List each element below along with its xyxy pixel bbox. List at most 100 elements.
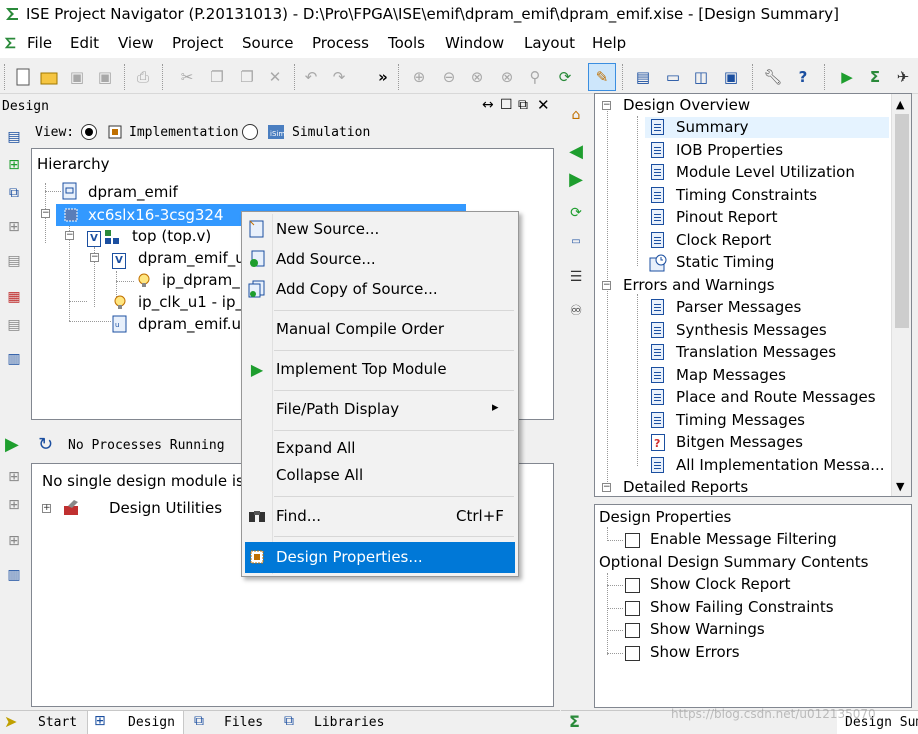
- search-icon[interactable]: ⚲: [524, 66, 546, 88]
- maximize-window-icon[interactable]: ▣: [720, 66, 742, 88]
- show-warnings-label[interactable]: Show Warnings: [650, 620, 765, 638]
- show-clock-report-checkbox[interactable]: [625, 578, 640, 593]
- menu-file[interactable]: File: [27, 34, 52, 52]
- edit-constraints-icon[interactable]: ▦: [3, 286, 25, 308]
- zoom-in-icon[interactable]: ⊕: [408, 66, 430, 88]
- ew-item-timing[interactable]: Timing Messages: [676, 411, 805, 429]
- delete-icon[interactable]: ✕: [264, 66, 286, 88]
- summary-scrollbar[interactable]: ▲ ▼: [891, 94, 911, 496]
- show-failing-constraints-checkbox[interactable]: [625, 601, 640, 616]
- simulation-radio[interactable]: [242, 124, 258, 140]
- expand-design-utilities-icon[interactable]: +: [42, 504, 51, 513]
- cut-icon[interactable]: ✂: [176, 66, 198, 88]
- tab-libraries[interactable]: ⧉ Libraries: [282, 711, 392, 734]
- toolbar-overflow-button[interactable]: »: [372, 66, 394, 88]
- layout-icon[interactable]: ▥: [3, 348, 25, 370]
- tree-item-ip-dpram[interactable]: ip_dpram_: [162, 271, 240, 289]
- menu-implement-top[interactable]: Implement Top Module: [276, 360, 447, 378]
- view-source-icon[interactable]: ▤: [3, 314, 25, 336]
- run-process-icon[interactable]: ▶: [5, 434, 19, 455]
- menu-tools[interactable]: Tools: [388, 34, 425, 52]
- ew-item-bitgen[interactable]: Bitgen Messages: [676, 433, 803, 451]
- hierarchy-tool-icon[interactable]: ✎: [588, 63, 616, 91]
- menu-project[interactable]: Project: [172, 34, 223, 52]
- collapse-detailed-icon[interactable]: −: [602, 483, 611, 492]
- menu-find[interactable]: Find...: [276, 507, 321, 525]
- overview-item-summary[interactable]: Summary: [676, 118, 749, 136]
- enable-filtering-label[interactable]: Enable Message Filtering: [650, 530, 837, 548]
- overview-item-static-timing[interactable]: Static Timing: [676, 253, 774, 271]
- print-icon[interactable]: ⎙: [132, 66, 154, 88]
- menu-process[interactable]: Process: [312, 34, 369, 52]
- list-icon[interactable]: ☰: [565, 266, 587, 288]
- run-icon[interactable]: ▶: [836, 66, 858, 88]
- save-icon[interactable]: ▣: [66, 66, 88, 88]
- float-panel-icon[interactable]: ↔: [482, 97, 494, 113]
- copy-icon[interactable]: ❐: [206, 66, 228, 88]
- rerun-icon[interactable]: ↻: [38, 434, 53, 455]
- process-tree-icon-1[interactable]: ⊞: [3, 466, 25, 488]
- add-source-icon[interactable]: ⊞: [3, 154, 25, 176]
- tree-item-project[interactable]: dpram_emif: [88, 183, 178, 201]
- collapse-errors-icon[interactable]: −: [602, 281, 611, 290]
- menu-view[interactable]: View: [118, 34, 154, 52]
- scroll-thumb[interactable]: [895, 114, 909, 328]
- show-failing-constraints-label[interactable]: Show Failing Constraints: [650, 598, 834, 616]
- home-icon[interactable]: ⌂: [565, 104, 587, 126]
- process-tree-icon-3[interactable]: ⊞: [3, 530, 25, 552]
- menu-help[interactable]: Help: [592, 34, 626, 52]
- process-tree-icon-2[interactable]: ⊞: [3, 494, 25, 516]
- menu-file-path-display[interactable]: File/Path Display: [276, 400, 399, 418]
- ew-item-map[interactable]: Map Messages: [676, 366, 786, 384]
- tree-item-dpram-emif-u[interactable]: dpram_emif_u: [138, 249, 245, 267]
- new-file-icon[interactable]: [12, 66, 34, 88]
- ew-item-synthesis[interactable]: Synthesis Messages: [676, 321, 827, 339]
- overview-item-iob[interactable]: IOB Properties: [676, 141, 783, 159]
- process-layout-icon[interactable]: ▥: [3, 564, 25, 586]
- forward-icon[interactable]: ▶: [565, 168, 587, 190]
- detailed-reports-node[interactable]: Detailed Reports: [623, 478, 748, 496]
- collapse-dpram-emif-icon[interactable]: −: [90, 253, 99, 262]
- restore-panel-icon[interactable]: ⧉: [518, 97, 528, 113]
- undo-icon[interactable]: ↶: [300, 66, 322, 88]
- menu-add-copy[interactable]: Add Copy of Source...: [276, 280, 438, 298]
- sigma-icon[interactable]: Σ: [864, 66, 886, 88]
- menu-edit[interactable]: Edit: [70, 34, 99, 52]
- simulation-option-label[interactable]: Simulation: [292, 125, 370, 140]
- menu-layout[interactable]: Layout: [524, 34, 575, 52]
- menu-new-source[interactable]: New Source...: [276, 220, 379, 238]
- overview-item-pinout[interactable]: Pinout Report: [676, 208, 777, 226]
- design-overview-node[interactable]: Design Overview: [623, 96, 750, 114]
- wrench-icon[interactable]: 🔧︎: [762, 66, 784, 88]
- new-source-icon[interactable]: ▤: [3, 126, 25, 148]
- implementation-option-label[interactable]: Implementation: [129, 125, 239, 140]
- html-icon[interactable]: ▭: [565, 230, 587, 252]
- show-errors-checkbox[interactable]: [625, 646, 640, 661]
- scroll-down-icon[interactable]: ▼: [896, 480, 904, 493]
- help-pointer-icon[interactable]: ?: [792, 66, 814, 88]
- tab-design[interactable]: ⊞ Design: [87, 711, 184, 734]
- collapse-device-icon[interactable]: −: [41, 209, 50, 218]
- tab-files[interactable]: ⧉ Files: [190, 711, 275, 734]
- show-clock-report-label[interactable]: Show Clock Report: [650, 575, 791, 593]
- menu-source[interactable]: Source: [242, 34, 294, 52]
- zoom-area-icon[interactable]: ⊗: [496, 66, 518, 88]
- scroll-up-icon[interactable]: ▲: [896, 98, 904, 111]
- refresh-icon[interactable]: ⟳: [554, 66, 576, 88]
- menu-add-source[interactable]: Add Source...: [276, 250, 376, 268]
- telescope-icon[interactable]: ✈: [892, 66, 914, 88]
- zoom-out-icon[interactable]: ⊖: [438, 66, 460, 88]
- refresh-summary-icon[interactable]: ⟳: [565, 202, 587, 224]
- menu-window[interactable]: Window: [445, 34, 504, 52]
- close-panel-icon[interactable]: ✕: [537, 96, 550, 114]
- binoculars-icon[interactable]: ♾: [565, 300, 587, 322]
- tile-vertical-icon[interactable]: ◫: [690, 66, 712, 88]
- tree-item-top[interactable]: top (top.v): [132, 227, 211, 245]
- tree-item-ip-clk[interactable]: ip_clk_u1 - ip_: [138, 293, 243, 311]
- implementation-radio[interactable]: [81, 124, 97, 140]
- overview-item-clock[interactable]: Clock Report: [676, 231, 771, 249]
- tile-horizontal-icon[interactable]: ▭: [662, 66, 684, 88]
- ew-item-place-route[interactable]: Place and Route Messages: [676, 388, 876, 406]
- cascade-windows-icon[interactable]: ▤: [632, 66, 654, 88]
- hierarchy-icon[interactable]: ⊞: [3, 216, 25, 238]
